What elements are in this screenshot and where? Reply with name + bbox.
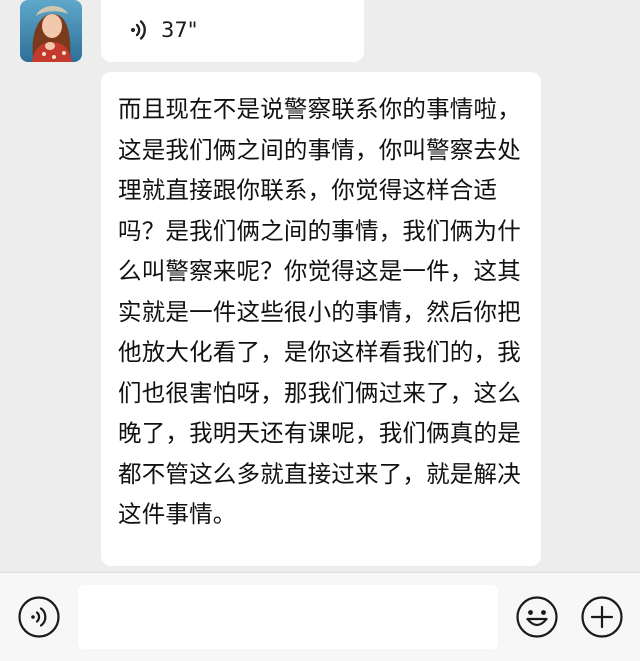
voice-message-bubble[interactable]: 37" — [101, 0, 364, 62]
voice-wave-icon — [127, 19, 149, 41]
voice-duration: 37" — [161, 18, 198, 42]
message-text: 而且现在不是说警察联系你的事情啦，这是我们俩之间的事情，你叫警察去处理就直接跟你… — [118, 95, 521, 528]
avatar[interactable] — [20, 0, 82, 62]
plus-icon — [581, 596, 623, 638]
voice-input-icon — [18, 596, 60, 638]
text-message-bubble[interactable]: 而且现在不是说警察联系你的事情啦，这是我们俩之间的事情，你叫警察去处理就直接跟你… — [101, 72, 541, 566]
message-input[interactable] — [78, 585, 498, 649]
chat-area: 37" 而且现在不是说警察联系你的事情啦，这是我们俩之间的事情，你叫警察去处理就… — [0, 0, 640, 572]
avatar-image — [20, 0, 82, 62]
voice-input-button[interactable] — [17, 595, 61, 639]
more-options-button[interactable] — [580, 595, 624, 639]
input-toolbar — [0, 572, 640, 661]
emoji-button[interactable] — [515, 595, 559, 639]
emoji-icon — [516, 596, 558, 638]
